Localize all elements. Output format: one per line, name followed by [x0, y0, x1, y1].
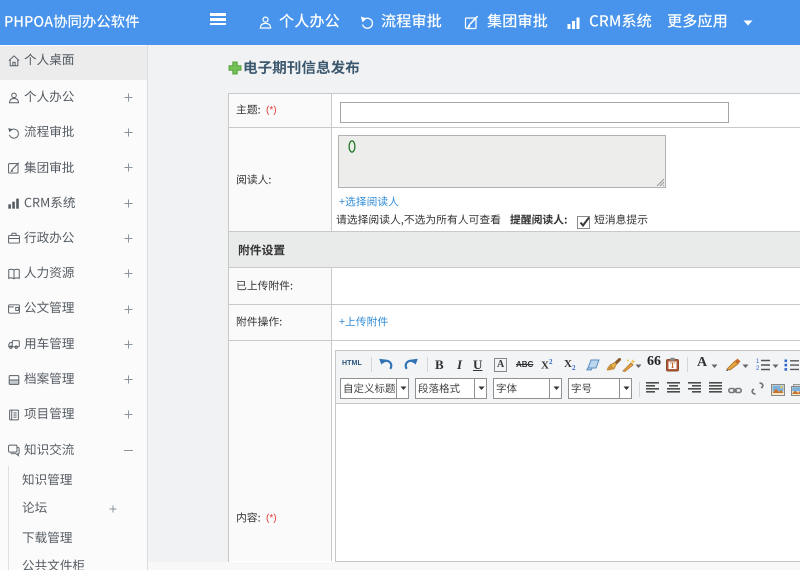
svg-text:1: 1 [756, 359, 760, 365]
svg-text:T: T [670, 361, 676, 370]
svg-text:2: 2 [756, 366, 760, 372]
